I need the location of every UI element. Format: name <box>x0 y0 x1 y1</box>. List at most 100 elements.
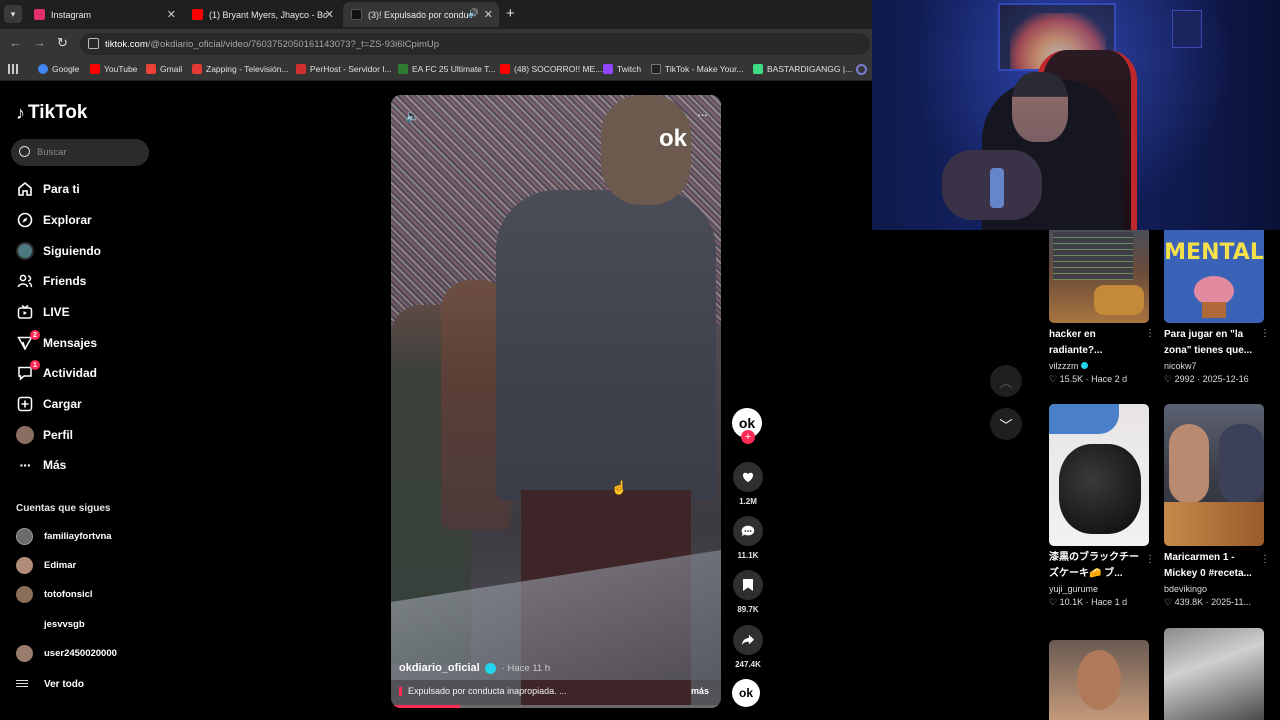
apps-grid-icon[interactable] <box>8 64 18 74</box>
card-author[interactable]: bdevikingo <box>1164 584 1264 594</box>
streamer-head <box>1012 72 1068 142</box>
following-account[interactable]: user2450020000 <box>16 644 117 662</box>
author-avatar-button[interactable]: ok + <box>732 408 764 444</box>
profile-icon <box>16 426 34 444</box>
card-author[interactable]: vilzzzm <box>1049 361 1149 371</box>
video-player[interactable]: 🔈 ··· ok okdiario_oficial · Hace 11 h Ex… <box>391 95 721 708</box>
account-name: user2450020000 <box>44 647 117 659</box>
audio-playing-icon[interactable]: 🔊 <box>468 8 479 19</box>
more-vertical-icon[interactable]: ⋮ <box>1260 328 1270 339</box>
tab-tiktok[interactable]: (3)! Expulsado por conducta 🔊 ✕ <box>343 2 499 27</box>
more-vertical-icon[interactable]: ⋮ <box>1145 554 1155 565</box>
thumbnail-face <box>1077 650 1121 710</box>
video-thumbnail[interactable] <box>1049 640 1149 720</box>
comment-button[interactable]: 11.1K <box>732 516 764 560</box>
tab-instagram[interactable]: Instagram ✕ <box>26 2 182 27</box>
like-button[interactable]: 1.2M <box>732 462 764 506</box>
video-options-icon[interactable]: ··· <box>697 107 708 122</box>
thumbnail-person-right <box>1219 424 1264 504</box>
heart-outline-icon: ♡ <box>1049 374 1058 384</box>
extension-icon[interactable] <box>856 64 867 75</box>
bookmark-youtube-video[interactable]: (48) SOCORRO!! ME... <box>500 64 602 74</box>
new-tab-button[interactable]: + <box>506 5 515 22</box>
video-thumbnail[interactable]: MENTAL <box>1164 230 1264 323</box>
tab-youtube[interactable]: (1) Bryant Myers, Jhayco - Boun ✕ <box>184 2 340 27</box>
more-icon: ··· <box>19 457 32 473</box>
caption-more-button[interactable]: más <box>691 686 709 696</box>
bookmark-perhost[interactable]: PerHost - Servidor I... <box>296 64 392 74</box>
bookmark-label: YouTube <box>104 64 138 74</box>
card-author[interactable]: yuji_gurume <box>1049 584 1149 594</box>
following-account[interactable]: familiayfortvna <box>16 527 112 545</box>
close-icon[interactable]: ✕ <box>325 8 334 21</box>
sound-avatar-button[interactable]: ok <box>732 679 764 707</box>
video-thumbnail[interactable] <box>1049 404 1149 546</box>
like-count: 2992 <box>1174 374 1195 384</box>
youtube-icon <box>90 64 100 74</box>
volume-icon[interactable]: 🔈 <box>405 109 420 123</box>
related-video-card[interactable]: 漆黒のブラックチーズケーキ🧀 ブ... ⋮ yuji_gurume ♡ 10.1… <box>1049 404 1155 608</box>
nav-para-ti[interactable]: Para ti <box>16 179 80 199</box>
tiktok-icon <box>351 9 362 20</box>
follow-plus-icon[interactable]: + <box>741 430 755 444</box>
forward-icon[interactable]: → <box>33 35 46 50</box>
bookmark-label: (48) SOCORRO!! ME... <box>514 64 603 74</box>
url-host: tiktok.com <box>105 38 148 50</box>
bookmark-eafc[interactable]: EA FC 25 Ultimate T... <box>398 64 495 74</box>
video-progress-bar[interactable] <box>391 705 721 708</box>
related-video-card[interactable]: MENTAL Para jugar en "la zona" tienes qu… <box>1164 230 1270 385</box>
following-account[interactable]: Edimar <box>16 556 76 574</box>
video-thumbnail[interactable] <box>1164 404 1264 546</box>
see-all-link[interactable]: Ver todo <box>16 675 84 693</box>
previous-video-button[interactable]: ︿ <box>990 365 1022 397</box>
nav-actividad[interactable]: 1 Actividad <box>16 360 97 383</box>
tab-list-dropdown-icon[interactable]: ▾ <box>4 5 22 23</box>
card-title: 漆黒のブラックチーズケーキ🧀 ブ... <box>1049 552 1139 579</box>
bookmark-gmail[interactable]: Gmail <box>146 64 182 74</box>
search-input[interactable]: Buscar <box>11 139 149 166</box>
tab-title: (3)! Expulsado por conducta <box>368 9 472 20</box>
nav-live[interactable]: LIVE <box>16 302 70 322</box>
close-icon[interactable]: ✕ <box>484 8 493 21</box>
site-info-icon[interactable] <box>88 38 99 49</box>
heart-icon <box>733 462 763 492</box>
activity-icon: 1 <box>16 360 40 382</box>
video-author[interactable]: okdiario_oficial · Hace 11 h <box>399 662 550 674</box>
card-stats: ♡ 439.8K · 2025-11... <box>1164 597 1251 607</box>
nav-mas[interactable]: ··· Más <box>16 455 67 475</box>
next-video-button[interactable]: ﹀ <box>990 408 1022 440</box>
related-video-card[interactable]: Maricarmen 1 - Mickey 0 #receta... ⋮ bde… <box>1164 404 1270 608</box>
nav-explorar[interactable]: Explorar <box>16 210 92 230</box>
video-thumbnail[interactable] <box>1049 230 1149 323</box>
card-author[interactable]: nicokw7 <box>1164 361 1264 371</box>
nav-mensajes[interactable]: 2 Mensajes <box>16 330 97 353</box>
tiktok-logo[interactable]: ♪ TikTok <box>16 102 87 124</box>
back-icon[interactable]: ← <box>9 35 22 50</box>
nav-perfil[interactable]: Perfil <box>16 425 73 445</box>
compass-icon <box>16 211 34 229</box>
chevron-down-icon: ﹀ <box>999 417 1013 433</box>
reload-icon[interactable]: ↻ <box>57 35 68 51</box>
bookmark-bastardigang[interactable]: BASTARDIGANGG |... <box>753 64 852 74</box>
close-icon[interactable]: ✕ <box>167 8 176 21</box>
related-video-card[interactable]: hacker en radiante?... ⋮ vilzzzm ♡ 15.5K… <box>1049 230 1155 385</box>
upload-icon <box>16 395 34 413</box>
save-button[interactable]: 89.7K <box>732 570 764 614</box>
more-vertical-icon[interactable]: ⋮ <box>1145 328 1155 339</box>
bookmark-youtube[interactable]: YouTube <box>90 64 137 74</box>
nav-label: Perfil <box>43 428 74 442</box>
bookmark-twitch[interactable]: Twitch <box>603 64 641 74</box>
following-account[interactable]: jesvvsgb <box>16 615 85 633</box>
bookmark-zapping[interactable]: Zapping - Televisión... <box>192 64 289 74</box>
video-thumbnail[interactable] <box>1164 628 1264 720</box>
nav-cargar[interactable]: Cargar <box>16 394 82 414</box>
nav-siguiendo[interactable]: Siguiendo <box>16 241 101 261</box>
nav-friends[interactable]: Friends <box>16 271 86 291</box>
bookmark-tiktok[interactable]: TikTok - Make Your... <box>651 64 744 74</box>
url-field[interactable]: tiktok.com/@okdiario_oficial/video/76037… <box>80 33 870 55</box>
search-placeholder: Buscar <box>37 147 67 158</box>
following-account[interactable]: totofonsicl <box>16 585 93 603</box>
share-button[interactable]: 247.4K <box>732 625 764 669</box>
more-vertical-icon[interactable]: ⋮ <box>1260 554 1270 565</box>
bookmark-google[interactable]: Google <box>38 64 79 74</box>
